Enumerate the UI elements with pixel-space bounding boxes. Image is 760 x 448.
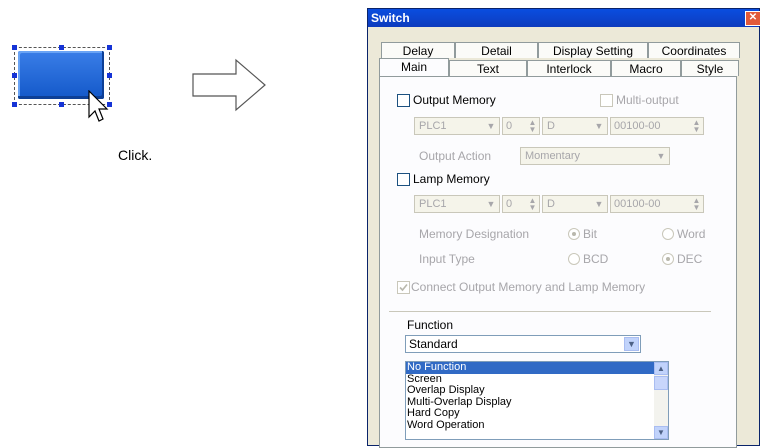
chevron-down-icon: ▼	[486, 121, 496, 131]
output-type-value: D	[547, 120, 555, 132]
tab-coordinates[interactable]: Coordinates	[648, 42, 740, 58]
output-action-select[interactable]: Momentary ▼	[520, 147, 670, 165]
scroll-up-icon[interactable]: ▲	[654, 362, 668, 375]
right-arrow-icon	[192, 58, 266, 112]
output-memory-checkbox[interactable]	[397, 94, 410, 107]
chevron-down-icon: ▼	[486, 199, 496, 209]
connect-memory-checkbox[interactable]	[397, 281, 410, 294]
tab-style[interactable]: Style	[681, 60, 739, 76]
input-type-label: Input Type	[419, 252, 475, 266]
output-action-label: Output Action	[419, 149, 492, 163]
list-item[interactable]: No Function	[406, 362, 668, 374]
lamp-type-select[interactable]: D ▼	[542, 195, 608, 213]
selection-handle[interactable]	[59, 45, 64, 50]
selection-handle[interactable]	[12, 73, 17, 78]
memory-designation-label: Memory Designation	[419, 227, 530, 241]
click-caption: Click.	[118, 147, 153, 163]
output-station-spinner[interactable]: 0 ▲ ▼	[502, 117, 540, 135]
tab-interlock[interactable]: Interlock	[527, 60, 611, 76]
dec-radio[interactable]	[662, 253, 674, 265]
dialog-title: Switch	[371, 11, 410, 25]
lamp-memory-label: Lamp Memory	[413, 172, 490, 186]
chevron-down-icon: ▼	[594, 199, 604, 209]
output-device-select[interactable]: PLC1 ▼	[414, 117, 500, 135]
bcd-radio-label: BCD	[583, 252, 609, 266]
word-radio-label: Word	[677, 227, 706, 241]
output-device-value: PLC1	[419, 120, 447, 132]
lamp-address-spinner[interactable]: 00100-00 ▲ ▼	[610, 195, 704, 213]
lamp-device-select[interactable]: PLC1 ▼	[414, 195, 500, 213]
function-listbox[interactable]: No Function Screen Overlap Display Multi…	[405, 361, 669, 440]
word-radio[interactable]	[662, 228, 674, 240]
connect-memory-label: Connect Output Memory and Lamp Memory	[411, 280, 646, 294]
multi-output-checkbox[interactable]	[600, 94, 613, 107]
output-memory-label: Output Memory	[413, 93, 496, 107]
output-address-value: 00100-00	[614, 120, 661, 132]
lamp-station-spinner[interactable]: 0 ▲ ▼	[502, 195, 540, 213]
switch-dialog: Switch ✕ Delay Detail Display Setting Co…	[367, 8, 760, 448]
bit-radio[interactable]	[568, 228, 580, 240]
selection-handle[interactable]	[107, 73, 112, 78]
chevron-down-icon: ▼	[656, 151, 666, 161]
tab-delay[interactable]: Delay	[381, 42, 455, 58]
section-divider	[389, 311, 711, 312]
tab-text[interactable]: Text	[449, 60, 527, 76]
spinner-arrows-icon: ▲ ▼	[528, 118, 537, 134]
function-select-value: Standard	[409, 337, 458, 351]
spinner-arrows-icon: ▲ ▼	[692, 196, 701, 212]
lamp-station-value: 0	[506, 198, 513, 210]
scroll-down-icon[interactable]: ▼	[654, 426, 668, 439]
checkmark-icon	[399, 283, 408, 292]
selection-handle[interactable]	[12, 102, 17, 107]
output-address-spinner[interactable]: 00100-00 ▲ ▼	[610, 117, 704, 135]
scroll-thumb[interactable]	[654, 376, 668, 390]
list-item[interactable]: Overlap Display	[406, 385, 668, 397]
tab-main[interactable]: Main	[379, 58, 449, 76]
lamp-memory-checkbox[interactable]	[397, 173, 410, 186]
tab-detail[interactable]: Detail	[455, 42, 538, 58]
spinner-arrows-icon: ▲ ▼	[528, 196, 537, 212]
mouse-cursor-icon	[88, 90, 109, 122]
output-station-value: 0	[506, 120, 513, 132]
spinner-arrows-icon: ▲ ▼	[692, 118, 701, 134]
lamp-device-value: PLC1	[419, 198, 447, 210]
chevron-down-icon: ▼	[594, 121, 604, 131]
close-icon[interactable]: ✕	[745, 11, 760, 26]
tab-display-setting[interactable]: Display Setting	[538, 42, 648, 58]
lamp-address-value: 00100-00	[614, 198, 661, 210]
function-label: Function	[407, 318, 454, 332]
output-type-select[interactable]: D ▼	[542, 117, 608, 135]
tab-macro[interactable]: Macro	[611, 60, 681, 76]
selection-handle[interactable]	[59, 102, 64, 107]
bit-radio-label: Bit	[583, 227, 598, 241]
selection-handle[interactable]	[107, 45, 112, 50]
multi-output-label: Multi-output	[616, 93, 679, 107]
dialog-titlebar[interactable]: Switch ✕	[368, 9, 760, 27]
selection-handle[interactable]	[12, 45, 17, 50]
dec-radio-label: DEC	[677, 252, 703, 266]
function-select[interactable]: Standard ▼	[405, 335, 641, 353]
lamp-type-value: D	[547, 198, 555, 210]
chevron-down-icon: ▼	[624, 337, 639, 351]
output-action-value: Momentary	[525, 150, 581, 162]
list-item[interactable]: Hard Copy	[406, 408, 668, 420]
list-item[interactable]: Word Operation	[406, 419, 668, 432]
bcd-radio[interactable]	[568, 253, 580, 265]
listbox-scrollbar[interactable]: ▲ ▼	[654, 362, 668, 439]
